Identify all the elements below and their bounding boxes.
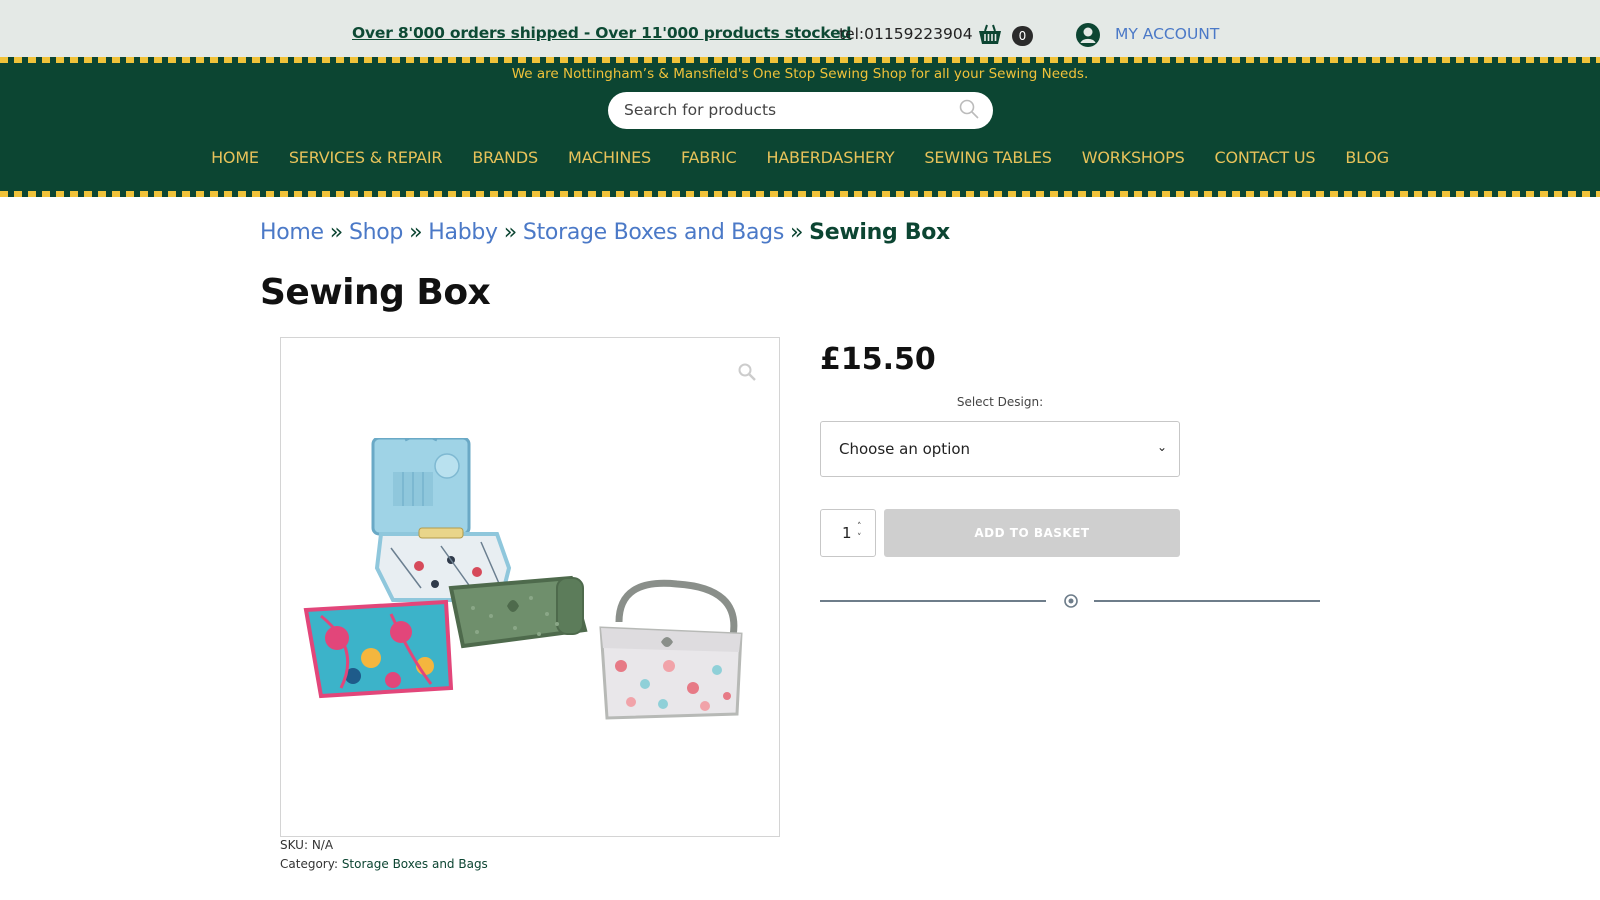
breadcrumb-separator: » [503, 220, 517, 245]
search-icon[interactable] [958, 98, 980, 120]
breadcrumb-home[interactable]: Home [260, 220, 324, 245]
design-select-value: Choose an option [839, 440, 971, 458]
breadcrumb-separator: » [409, 220, 423, 245]
user-circle-icon[interactable] [1075, 22, 1101, 48]
main-nav: HOME SERVICES & REPAIR BRANDS MACHINES F… [0, 148, 1600, 167]
product-image[interactable] [301, 438, 753, 738]
category-meta: Category: Storage Boxes and Bags [280, 857, 488, 871]
telephone-link[interactable]: tel:01159223904 [839, 25, 973, 43]
header-stripe-bottom [0, 191, 1600, 197]
breadcrumb-separator: » [329, 220, 343, 245]
search-bar [608, 92, 993, 129]
nav-item-sewing-tables[interactable]: SEWING TABLES [909, 148, 1066, 167]
category-link[interactable]: Storage Boxes and Bags [342, 857, 488, 871]
top-bar: Over 8'000 orders shipped - Over 11'000 … [0, 0, 1600, 57]
nav-item-home[interactable]: HOME [196, 148, 274, 167]
nav-item-contact-us[interactable]: CONTACT US [1200, 148, 1331, 167]
quantity-decrease-icon[interactable]: ˅ [857, 533, 862, 543]
nav-item-haberdashery[interactable]: HABERDASHERY [751, 148, 909, 167]
breadcrumb: Home» Shop» Habby» Storage Boxes and Bags» S… [260, 220, 950, 245]
nav-item-fabric[interactable]: FABRIC [666, 148, 751, 167]
design-select[interactable]: Choose an option ⌄ [820, 421, 1180, 477]
sku-meta: SKU: N/A [280, 838, 333, 852]
quantity-increase-icon[interactable]: ˄ [857, 522, 862, 532]
page-title: Sewing Box [260, 272, 491, 313]
magnifier-icon[interactable] [737, 362, 757, 382]
breadcrumb-shop[interactable]: Shop [349, 220, 403, 245]
basket-icon[interactable] [977, 21, 1003, 47]
target-dot-icon [1064, 594, 1078, 608]
quantity-stepper[interactable]: 1 ˄ ˅ [820, 509, 876, 557]
cart-count-badge[interactable]: 0 [1012, 26, 1033, 46]
divider-line-left [820, 600, 1046, 602]
header-band: We are Nottingham’s & Mansfield's One St… [0, 63, 1600, 191]
select-design-label: Select Design: [956, 395, 1044, 409]
breadcrumb-habby[interactable]: Habby [428, 220, 498, 245]
breadcrumb-separator: » [790, 220, 804, 245]
my-account-link[interactable]: MY ACCOUNT [1115, 25, 1219, 43]
add-to-basket-button[interactable]: ADD TO BASKET [884, 509, 1180, 557]
nav-item-services-repair[interactable]: SERVICES & REPAIR [274, 148, 458, 167]
nav-item-machines[interactable]: MACHINES [553, 148, 666, 167]
sku-label: SKU: [280, 838, 308, 852]
search-input[interactable] [624, 101, 944, 119]
nav-item-blog[interactable]: BLOG [1330, 148, 1404, 167]
divider-line-right [1094, 600, 1320, 602]
nav-item-brands[interactable]: BRANDS [457, 148, 553, 167]
quantity-value[interactable]: 1 [842, 524, 852, 542]
chevron-down-icon: ⌄ [1157, 440, 1168, 454]
breadcrumb-storage-boxes[interactable]: Storage Boxes and Bags [523, 220, 784, 245]
sku-value: N/A [311, 838, 334, 852]
category-label: Category: [280, 857, 338, 871]
breadcrumb-current: Sewing Box [809, 220, 950, 245]
product-gallery [280, 337, 780, 837]
header-tagline: We are Nottingham’s & Mansfield's One St… [511, 66, 1089, 82]
nav-item-workshops[interactable]: WORKSHOPS [1067, 148, 1200, 167]
promo-link[interactable]: Over 8'000 orders shipped - Over 11'000 … [352, 24, 851, 42]
product-price: £15.50 [820, 342, 936, 377]
